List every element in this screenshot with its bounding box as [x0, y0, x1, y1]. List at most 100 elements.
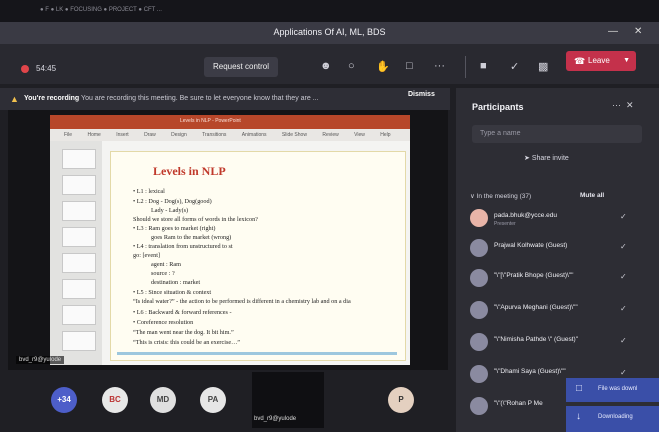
request-control-button[interactable]: Request control: [204, 57, 278, 77]
participant-avatar[interactable]: P: [388, 387, 414, 413]
participant-search-input[interactable]: Type a name: [472, 125, 642, 143]
in-meeting-toggle[interactable]: ∨ In the meeting (37): [470, 192, 531, 200]
avatar: [470, 269, 488, 287]
avatar: [470, 239, 488, 257]
ppt-ribbon: File Home Insert Draw Design Transitions…: [50, 129, 410, 141]
avatar: [470, 301, 488, 319]
leave-label: Leave: [588, 56, 610, 65]
meeting-window: ● F ● LK ● FOCUSING ● PROJECT ● CFT ... …: [0, 0, 659, 432]
mic-icon[interactable]: ✓: [510, 60, 519, 73]
avatar: [470, 333, 488, 351]
file-icon: □: [576, 383, 583, 394]
mic-icon: ✓: [620, 212, 627, 221]
participant-avatar[interactable]: PA: [200, 387, 226, 413]
participant-avatar[interactable]: MD: [150, 387, 176, 413]
slide-line: • L1 : lexical: [133, 188, 165, 195]
leave-button[interactable]: ☎ Leave ▼: [566, 51, 636, 71]
ribbon-tab: Animations: [241, 132, 267, 138]
video-caption: bvd_r9@yulode: [254, 416, 297, 422]
participant-name: "\"Nimisha Pathde \" (Guest)": [494, 336, 579, 343]
title-bar: Applications Of AI, ML, BDS — ✕: [0, 22, 659, 44]
ribbon-tab: Draw: [144, 132, 156, 138]
slide-thumbnail: [62, 149, 96, 169]
download-toast[interactable]: ↓ Downloading: [566, 406, 659, 432]
download-toast[interactable]: □ File was downl: [566, 378, 659, 402]
more-participants-button[interactable]: +34: [51, 387, 77, 413]
ribbon-tab: Review: [322, 132, 339, 138]
slide-thumbnail: [62, 227, 96, 247]
slide-line: “This is crisis: this could be an exerci…: [133, 339, 241, 346]
minimize-icon[interactable]: —: [608, 26, 618, 37]
more-icon[interactable]: ··· ✕: [612, 100, 634, 111]
window-title: Applications Of AI, ML, BDS: [273, 27, 386, 37]
slide-thumbnail: [62, 201, 96, 221]
panel-title: Participants: [472, 102, 524, 112]
recording-banner: ▲ You're recording You are recording thi…: [0, 88, 450, 110]
browser-top-strip: ● F ● LK ● FOCUSING ● PROJECT ● CFT ...: [0, 0, 659, 22]
participant-role: Presenter: [494, 221, 516, 227]
participant-row[interactable]: "\"Apurva Meghani (Guest)\"" ✓: [470, 298, 652, 324]
avatar: [470, 365, 488, 383]
rooms-icon[interactable]: □: [406, 60, 413, 72]
slide-thumbnail: [62, 253, 96, 273]
ppt-title-bar: Levels in NLP - PowerPoint: [50, 115, 410, 129]
slide-line: “The man went near the dog. It bit him.”: [133, 329, 234, 336]
participant-video-tile[interactable]: bvd_r9@yulode: [252, 372, 324, 428]
participant-name: pada.bhuk@ycce.edu: [494, 212, 557, 219]
ribbon-tab: File: [64, 132, 73, 138]
avatar: [470, 209, 488, 227]
ribbon-tab: Design: [171, 132, 187, 138]
chat-icon[interactable]: ○: [348, 60, 355, 72]
participant-row[interactable]: "\"[\"Pratik Bhope (Guest)\"" ✓: [470, 266, 652, 292]
mic-icon: ✓: [620, 272, 627, 281]
slide-line: destination : market: [151, 279, 201, 286]
avatar: [470, 397, 488, 415]
ppt-title: Levels in NLP - PowerPoint: [180, 118, 241, 124]
meeting-timer: 54:45: [36, 64, 57, 73]
slide-thumbnail: [62, 305, 96, 325]
share-icon[interactable]: ▩: [538, 60, 548, 73]
participant-row[interactable]: "\"Nimisha Pathde \" (Guest)" ✓: [470, 330, 652, 356]
recording-message: You are recording this meeting. Be sure …: [81, 95, 319, 102]
ribbon-tab: Slide Show: [281, 132, 307, 138]
close-icon[interactable]: ✕: [634, 26, 642, 37]
slide-line: • L6 : Backward & forward references -: [133, 309, 232, 316]
slide-title: Levels in NLP: [153, 164, 226, 178]
participant-name: "\"[\"Pratik Bhope (Guest)\"": [494, 272, 574, 279]
dismiss-button[interactable]: Dismiss: [408, 91, 435, 98]
phone-icon: ☎: [574, 56, 586, 66]
participant-name: Prajwal Kolhwate (Guest): [494, 242, 568, 249]
mic-icon: ✓: [620, 368, 627, 377]
people-icon[interactable]: ☻: [320, 60, 332, 72]
participant-name: "\"(\"Rohan P Me: [494, 400, 543, 407]
mic-icon: ✓: [620, 336, 627, 345]
share-invite-button[interactable]: ➤ Share invite: [524, 154, 569, 162]
warning-icon: ▲: [10, 94, 19, 104]
share-invite-label: Share invite: [531, 155, 569, 162]
recording-label: You're recording: [24, 95, 80, 102]
slide-thumbnails: [50, 141, 102, 365]
slide-link-underline: [117, 352, 397, 355]
chevron-down-icon[interactable]: ▼: [623, 51, 630, 71]
current-slide: Levels in NLP • L1 : lexical • L2 : Dog …: [110, 151, 406, 361]
camera-icon[interactable]: ■: [480, 60, 487, 72]
shared-powerpoint: Levels in NLP - PowerPoint File Home Ins…: [50, 115, 410, 365]
participant-avatar[interactable]: BC: [102, 387, 128, 413]
ribbon-tab: Insert: [116, 132, 129, 138]
mic-icon: ✓: [620, 304, 627, 313]
more-icon[interactable]: ···: [434, 60, 445, 72]
participant-row[interactable]: Prajwal Kolhwate (Guest) ✓: [470, 236, 652, 262]
toast-text: Downloading: [598, 414, 633, 420]
mute-all-button[interactable]: Mute all: [580, 192, 604, 199]
ribbon-tab: Home: [87, 132, 101, 138]
slide-thumbnail: [62, 331, 96, 351]
hand-icon[interactable]: ✋: [376, 60, 390, 73]
slide-thumbnail: [62, 175, 96, 195]
participant-row[interactable]: pada.bhuk@ycce.edu Presenter ✓: [470, 206, 652, 232]
presenter-name-tag: bvd_r9@yulode: [16, 356, 65, 364]
mic-icon: ✓: [620, 242, 627, 251]
slide-thumbnail: [62, 279, 96, 299]
participant-name: "\"Apurva Meghani (Guest)\"": [494, 304, 578, 311]
ribbon-tab: Help: [380, 132, 391, 138]
recording-dot-icon: [21, 65, 29, 73]
